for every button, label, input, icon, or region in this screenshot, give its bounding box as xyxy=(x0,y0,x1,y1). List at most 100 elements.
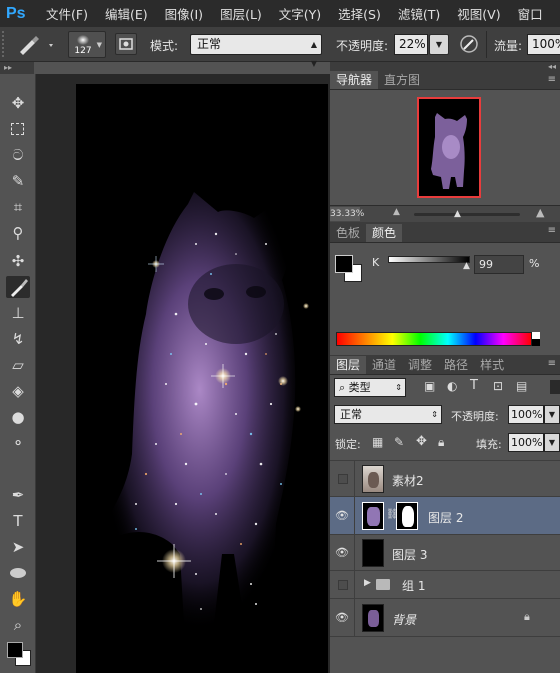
filter-shape-icon[interactable]: ⊡ xyxy=(493,379,503,393)
brush-panel-toggle[interactable] xyxy=(115,33,137,55)
zoom-in-icon[interactable]: ▲ xyxy=(536,206,544,219)
zoom-slider[interactable]: ▲ xyxy=(414,209,520,219)
menu-layer[interactable]: 图层(L) xyxy=(220,4,262,23)
foreground-color-swatch[interactable] xyxy=(7,642,23,658)
lock-all-icon[interactable]: 🔒︎ xyxy=(438,435,444,450)
layer-row-material2[interactable]: 素材2 xyxy=(330,461,560,497)
chevron-down-icon[interactable]: ▼ xyxy=(544,433,560,452)
mode-select[interactable]: 正常 ▲ ▼ xyxy=(190,34,322,68)
flow-input[interactable]: 100% xyxy=(527,34,560,55)
layer-name[interactable]: 组 1 xyxy=(402,577,425,594)
filter-adjustment-icon[interactable]: ◐ xyxy=(447,379,457,393)
panel-menu-icon[interactable]: ≡ xyxy=(548,225,556,236)
tab-adjustments[interactable]: 调整 xyxy=(402,356,438,374)
layer-row-group1[interactable]: ▶ 组 1 xyxy=(330,571,560,599)
layer-row-background[interactable]: 👁︎ 背景 🔒︎ xyxy=(330,599,560,637)
tab-paths[interactable]: 路径 xyxy=(438,356,474,374)
crop-tool-icon[interactable]: ⌗ xyxy=(6,196,30,218)
layer-name[interactable]: 素材2 xyxy=(392,472,424,489)
blur-tool-icon[interactable]: ● xyxy=(6,406,30,428)
tab-color[interactable]: 颜色 xyxy=(366,224,403,242)
tab-layers[interactable]: 图层 xyxy=(330,356,367,374)
eraser-tool-icon[interactable]: ▱ xyxy=(6,354,30,376)
layer-opacity-input[interactable]: 100% xyxy=(508,405,544,424)
navigator-preview[interactable] xyxy=(417,97,481,198)
tab-swatches[interactable]: 色板 xyxy=(330,224,366,242)
filter-toggle[interactable] xyxy=(550,380,560,394)
foreground-color-swatch[interactable] xyxy=(335,255,353,273)
layer-name[interactable]: 背景 xyxy=(392,611,416,628)
blend-mode-select[interactable]: 正常 ⇕ xyxy=(334,405,442,424)
layer-filter-select[interactable]: ⌕ 类型 ⇕ xyxy=(334,378,406,397)
menu-select[interactable]: 选择(S) xyxy=(338,4,381,23)
pressure-opacity-toggle[interactable] xyxy=(458,33,480,55)
opacity-input[interactable]: 22% xyxy=(394,34,428,55)
path-selection-tool-icon[interactable]: ➤ xyxy=(6,536,30,558)
move-tool-icon[interactable]: ✥ xyxy=(6,92,30,114)
brush-tool-icon[interactable] xyxy=(6,276,30,298)
menu-filter[interactable]: 滤镜(T) xyxy=(398,4,440,23)
zoom-tool-icon[interactable]: ⌕ xyxy=(6,614,30,636)
expand-arrow-icon[interactable]: ▶ xyxy=(364,578,371,588)
toolbar-collapse[interactable]: ▸▸ xyxy=(0,62,34,74)
layer-mask-thumbnail[interactable] xyxy=(396,502,418,530)
panel-menu-icon[interactable]: ≡ xyxy=(548,358,556,369)
lasso-tool-icon[interactable]: ට xyxy=(6,144,30,166)
chevron-down-icon[interactable]: ▼ xyxy=(544,405,560,424)
filter-type-icon[interactable]: T xyxy=(470,378,478,393)
panel-collapse[interactable]: ◂◂ xyxy=(330,62,560,71)
menu-view[interactable]: 视图(V) xyxy=(457,4,500,23)
black-swatch[interactable] xyxy=(532,339,540,346)
type-tool-icon[interactable]: T xyxy=(6,510,30,532)
brush-size-picker[interactable]: 127 ▼ xyxy=(68,31,106,58)
layer-row-layer2[interactable]: 👁︎ ⛓ 图层 2 xyxy=(330,497,560,535)
lock-paint-icon[interactable]: ✎ xyxy=(394,435,404,449)
hand-tool-icon[interactable]: ✋ xyxy=(6,588,30,610)
opacity-dropdown[interactable]: ▼ xyxy=(429,34,449,55)
quick-selection-tool-icon[interactable]: ✎ xyxy=(6,170,30,192)
layer-name[interactable]: 图层 3 xyxy=(392,546,427,563)
history-brush-tool-icon[interactable]: ↯ xyxy=(6,328,30,350)
menu-file[interactable]: 文件(F) xyxy=(46,4,88,23)
layer-name[interactable]: 图层 2 xyxy=(428,509,463,526)
eye-icon[interactable]: 👁︎ xyxy=(334,508,350,524)
eye-icon[interactable]: 👁︎ xyxy=(334,545,350,561)
canvas[interactable] xyxy=(76,84,328,673)
filter-smart-object-icon[interactable]: ▤ xyxy=(516,379,527,393)
healing-brush-tool-icon[interactable]: ✣ xyxy=(6,250,30,272)
tool-preset-picker[interactable] xyxy=(16,34,58,56)
lock-position-icon[interactable]: ✥ xyxy=(416,434,427,449)
tab-histogram[interactable]: 直方图 xyxy=(378,71,426,89)
color-swatches[interactable] xyxy=(334,254,364,284)
layer-row-layer3[interactable]: 👁︎ 图层 3 xyxy=(330,535,560,571)
color-swatches[interactable] xyxy=(5,638,33,668)
tab-navigator[interactable]: 导航器 xyxy=(330,71,379,89)
k-slider[interactable]: ▲ xyxy=(388,256,470,271)
color-spectrum[interactable] xyxy=(336,332,532,346)
ellipse-tool-icon[interactable] xyxy=(6,562,30,584)
lock-transparent-icon[interactable]: ▦ xyxy=(372,435,383,449)
dodge-tool-icon[interactable]: ⚬ xyxy=(6,432,30,454)
menu-window[interactable]: 窗口 xyxy=(518,4,543,23)
fill-input[interactable]: 100% xyxy=(508,433,544,452)
pen-tool-icon[interactable]: ✒ xyxy=(6,484,30,506)
tab-channels[interactable]: 通道 xyxy=(366,356,402,374)
eye-icon[interactable]: 👁︎ xyxy=(334,610,350,626)
visibility-toggle[interactable] xyxy=(338,580,348,590)
zoom-out-icon[interactable]: ▲ xyxy=(393,207,400,217)
k-value-input[interactable]: 99 xyxy=(474,255,524,274)
filter-pixel-icon[interactable]: ▣ xyxy=(424,379,435,393)
menu-type[interactable]: 文字(Y) xyxy=(279,4,321,23)
k-slider-handle[interactable]: ▲ xyxy=(463,261,470,271)
visibility-toggle[interactable] xyxy=(338,474,348,484)
zoom-value[interactable]: 33.33% xyxy=(330,207,364,221)
eyedropper-tool-icon[interactable]: ⚲ xyxy=(6,222,30,244)
zoom-slider-handle[interactable]: ▲ xyxy=(454,209,461,219)
paint-bucket-tool-icon[interactable]: ◈ xyxy=(6,380,30,402)
panel-menu-icon[interactable]: ≡ xyxy=(548,74,556,85)
clone-stamp-tool-icon[interactable]: ⊥ xyxy=(6,302,30,324)
menu-edit[interactable]: 编辑(E) xyxy=(105,4,148,23)
marquee-tool-icon[interactable] xyxy=(6,118,30,140)
white-swatch[interactable] xyxy=(532,332,540,339)
menu-image[interactable]: 图像(I) xyxy=(165,4,203,23)
